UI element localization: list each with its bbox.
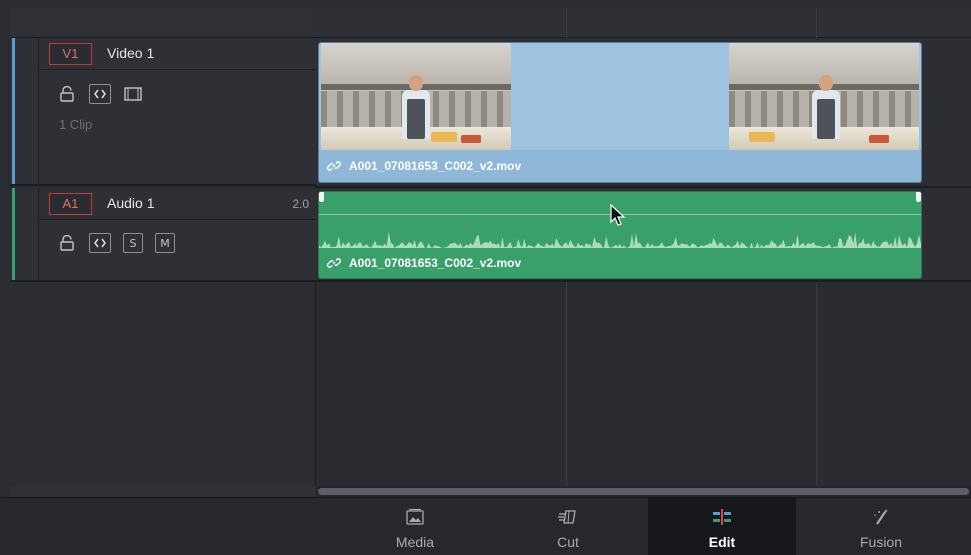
video-clip[interactable]: A001_07081653_C002_v2.mov: [318, 42, 922, 183]
audio-channel-format: 2.0: [292, 197, 309, 211]
track-headers-panel: V1 Video 1 1 Clip A1 Audio 1 2.0 S M: [10, 8, 317, 497]
video-track-name-row: V1 Video 1: [39, 38, 317, 70]
link-icon: [327, 161, 341, 171]
audio-track-info: A1 Audio 1 2.0 S M: [38, 188, 317, 280]
timeline-ruler[interactable]: [316, 8, 971, 38]
video-track-name[interactable]: Video 1: [107, 45, 154, 61]
page-tab-label: Media: [395, 534, 435, 550]
timeline-area[interactable]: A001_07081653_C002_v2.mov A001_07081653_…: [316, 8, 971, 497]
lock-icon[interactable]: [57, 233, 77, 253]
page-tab-label: Fusion: [859, 534, 903, 550]
video-track-controls: [57, 83, 143, 105]
cut-page-icon: [558, 510, 576, 524]
scrollbar-thumb[interactable]: [318, 488, 969, 495]
page-tab-media[interactable]: Media: [341, 498, 489, 555]
track-header-top-bar: [10, 8, 316, 38]
lock-icon[interactable]: [57, 84, 77, 104]
audio-track-name[interactable]: Audio 1: [107, 195, 154, 211]
mute-button[interactable]: M: [155, 233, 175, 253]
timeline-horizontal-scrollbar[interactable]: [316, 486, 971, 497]
page-tab-edit[interactable]: Edit: [648, 498, 796, 555]
video-track-clip-count: 1 Clip: [59, 117, 93, 132]
track-visibility-icon[interactable]: [123, 84, 143, 104]
audio-track-controls: S M: [57, 232, 175, 254]
video-track-info: V1 Video 1 1 Clip: [38, 38, 317, 184]
audio-clip-trim-handle-left[interactable]: [319, 192, 324, 202]
timeline-window: V1 Video 1 1 Clip A1 Audio 1 2.0 S M A00…: [0, 0, 971, 555]
edit-page-icon: [713, 509, 731, 525]
page-navigation-bar: Media Cut Edit Fusion: [0, 497, 971, 555]
page-tab-cut[interactable]: Cut: [494, 498, 642, 555]
header-scroll-spacer: [10, 486, 316, 497]
audio-track-color-stripe: [12, 188, 15, 280]
video-thumbnail-end: [729, 43, 919, 151]
audio-track-badge[interactable]: A1: [49, 193, 92, 215]
video-thumbnail-start: [321, 43, 511, 151]
solo-button[interactable]: S: [123, 233, 143, 253]
page-tab-label: Cut: [557, 534, 579, 550]
video-track-badge[interactable]: V1: [49, 43, 92, 65]
audio-clip-name: A001_07081653_C002_v2.mov: [349, 256, 522, 270]
video-clip-label: A001_07081653_C002_v2.mov: [319, 150, 921, 182]
audio-clip-label: A001_07081653_C002_v2.mov: [319, 248, 921, 278]
media-page-icon: [406, 508, 424, 525]
fusion-page-icon: [874, 509, 888, 525]
audio-track-name-row: A1 Audio 1 2.0: [39, 188, 317, 220]
auto-select-icon[interactable]: [89, 233, 111, 253]
link-icon: [327, 258, 341, 268]
video-clip-name: A001_07081653_C002_v2.mov: [349, 159, 522, 173]
video-track-color-stripe: [12, 38, 15, 184]
page-tab-fusion[interactable]: Fusion: [807, 498, 955, 555]
audio-clip-trim-handle-right[interactable]: [916, 192, 921, 202]
auto-select-icon[interactable]: [89, 84, 111, 104]
track-header-video[interactable]: V1 Video 1 1 Clip: [10, 38, 317, 186]
track-header-audio[interactable]: A1 Audio 1 2.0 S M: [10, 188, 317, 282]
page-tab-label: Edit: [708, 534, 736, 550]
mouse-cursor-icon: [610, 204, 626, 226]
